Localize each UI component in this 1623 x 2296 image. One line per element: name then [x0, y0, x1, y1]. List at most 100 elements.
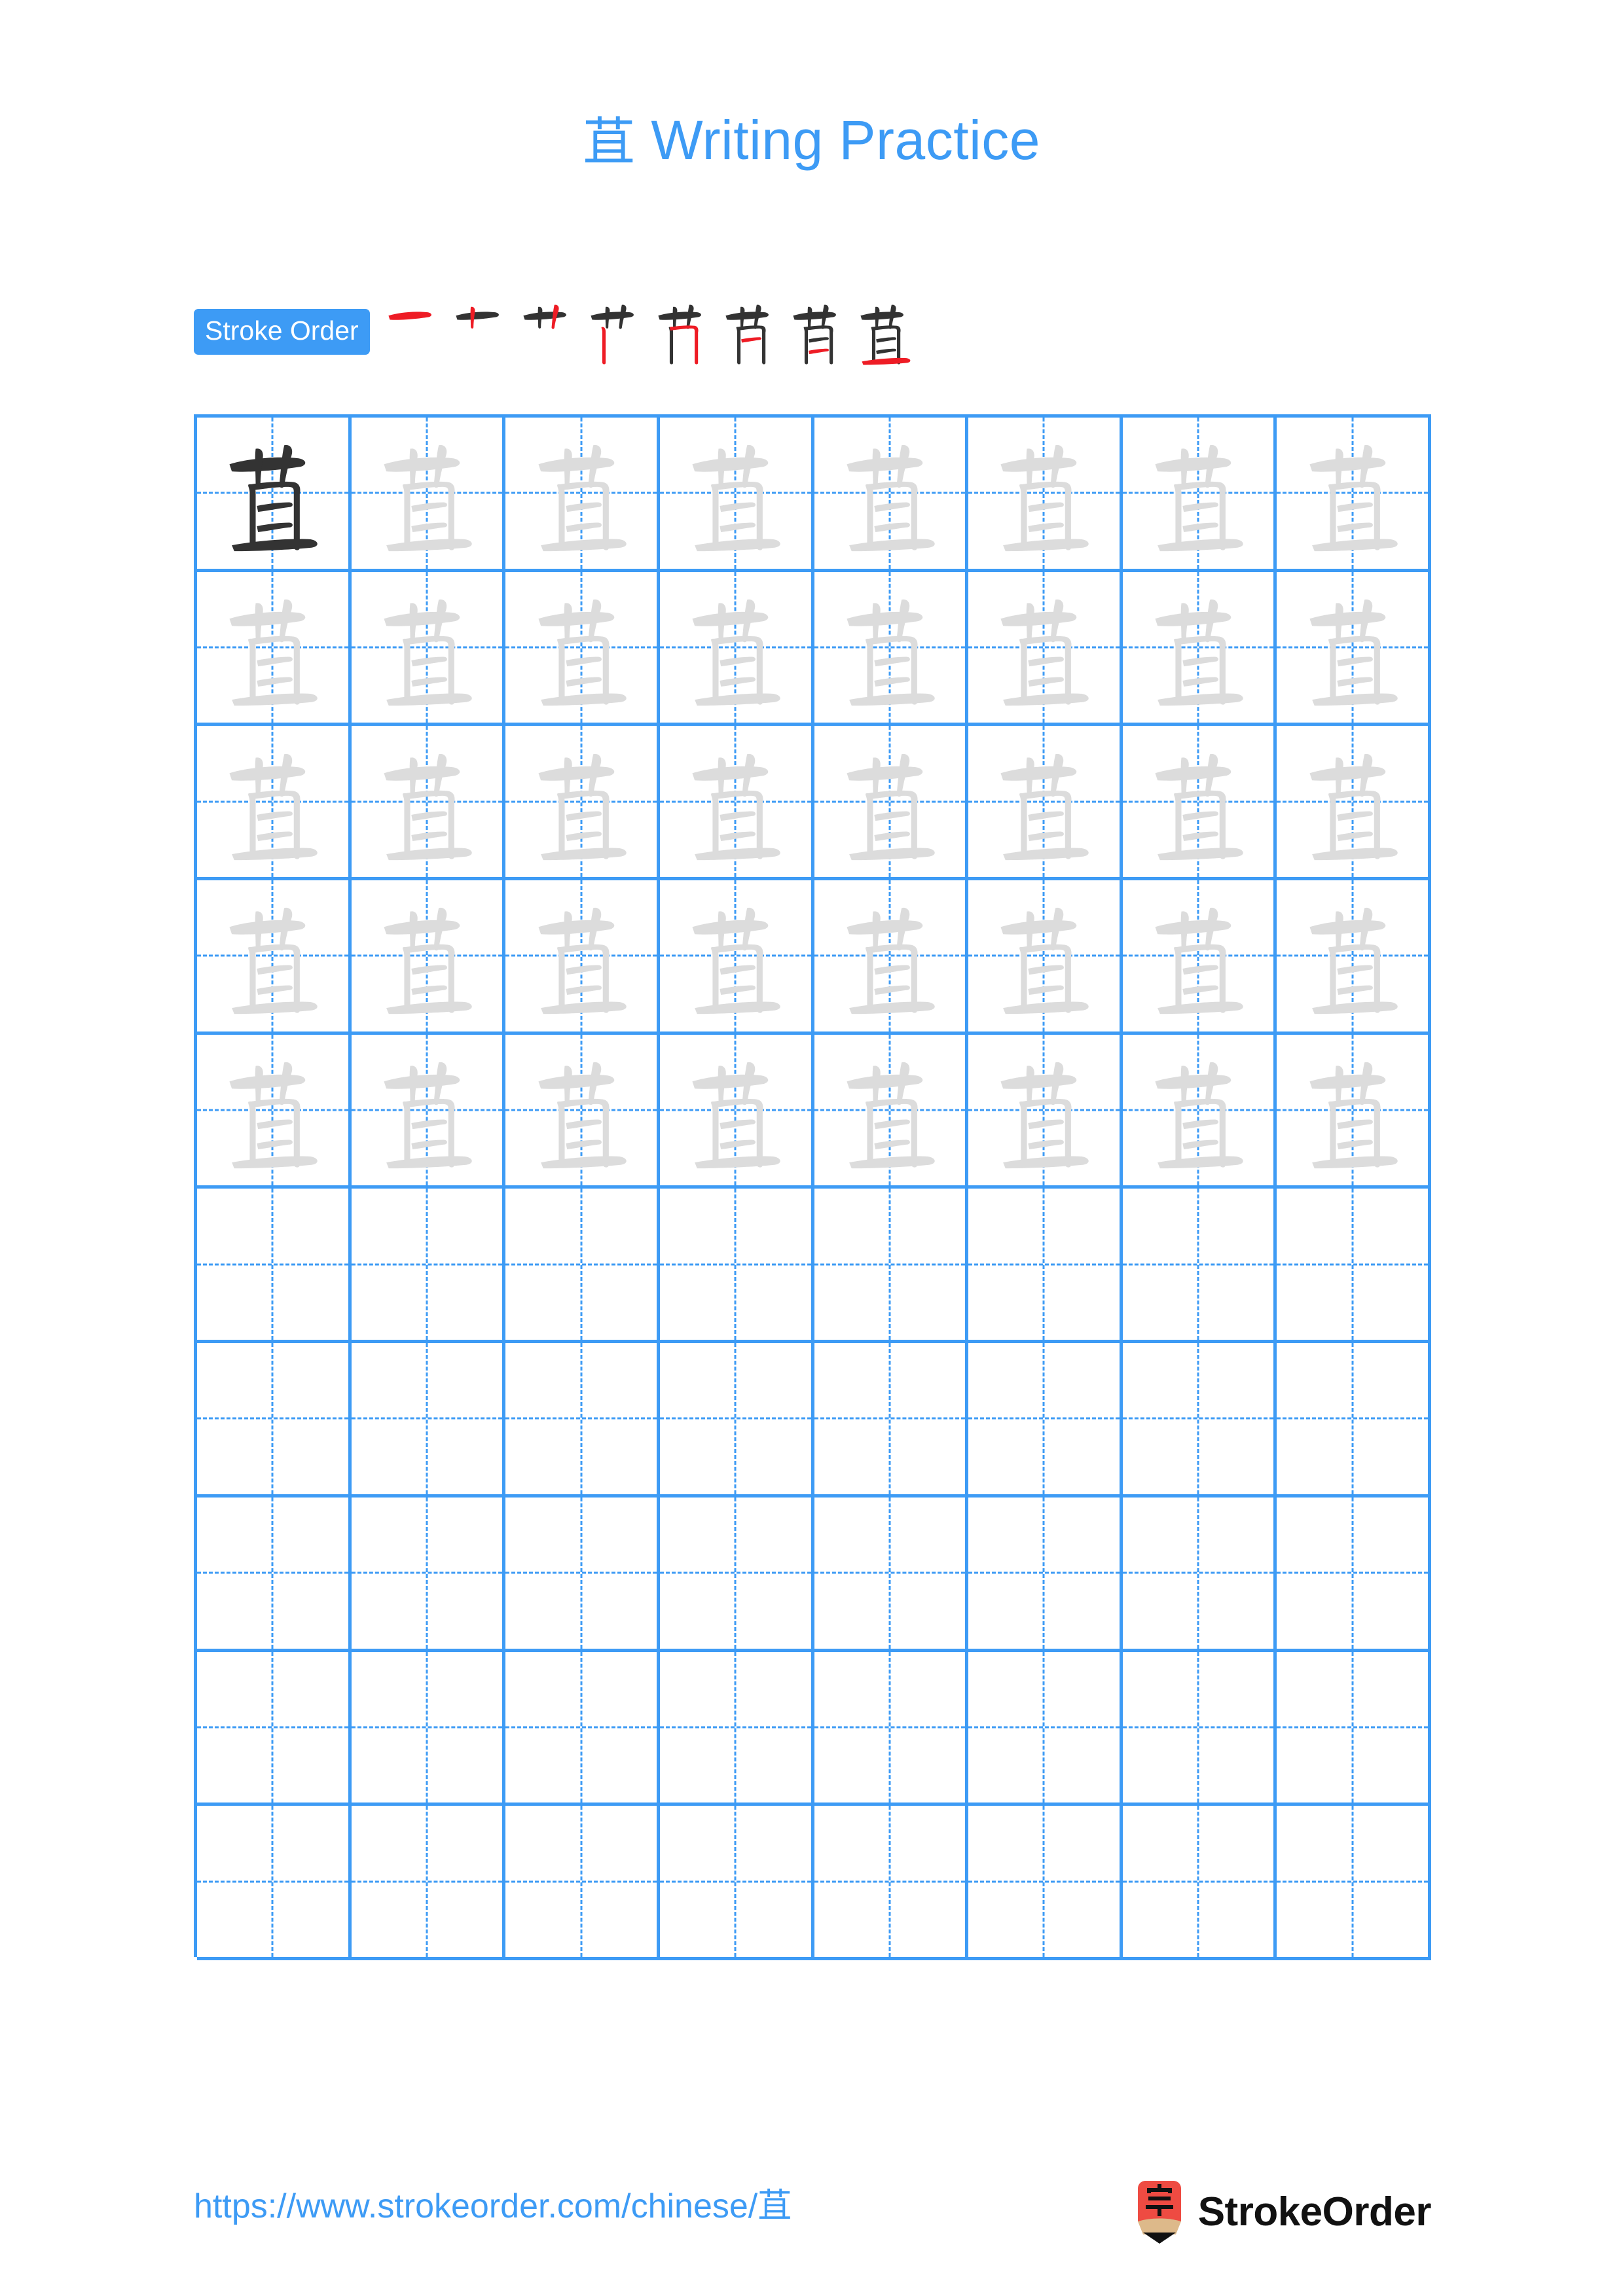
- practice-cell[interactable]: [659, 1806, 814, 1960]
- practice-cell[interactable]: [968, 418, 1123, 572]
- practice-cell[interactable]: [968, 1497, 1123, 1652]
- stroke-step-4: [581, 296, 649, 368]
- practice-cell[interactable]: [659, 1651, 814, 1806]
- practice-cell[interactable]: [1122, 1189, 1277, 1344]
- practice-cell[interactable]: [351, 1189, 506, 1344]
- trace-character: [505, 572, 657, 723]
- practice-cell[interactable]: [197, 1497, 352, 1652]
- practice-cell[interactable]: [505, 1497, 660, 1652]
- practice-cell[interactable]: [351, 571, 506, 726]
- practice-cell[interactable]: [505, 726, 660, 881]
- trace-character: [968, 880, 1120, 1031]
- practice-cell[interactable]: [659, 1343, 814, 1498]
- practice-cell[interactable]: [814, 418, 969, 572]
- practice-cell[interactable]: [351, 1806, 506, 1960]
- practice-cell[interactable]: [968, 726, 1123, 881]
- practice-cell[interactable]: [1277, 880, 1431, 1035]
- trace-character: [814, 726, 966, 877]
- practice-cell[interactable]: [968, 571, 1123, 726]
- practice-cell[interactable]: [197, 571, 352, 726]
- practice-cell[interactable]: [1277, 1806, 1431, 1960]
- practice-cell[interactable]: [1277, 1343, 1431, 1498]
- practice-cell[interactable]: [1277, 1651, 1431, 1806]
- practice-cell[interactable]: [197, 880, 352, 1035]
- cell-horizontal-guide: [505, 1263, 657, 1266]
- practice-cell[interactable]: [1122, 1497, 1277, 1652]
- practice-cell[interactable]: [1122, 726, 1277, 881]
- practice-cell[interactable]: [659, 1189, 814, 1344]
- practice-cell[interactable]: [351, 1497, 506, 1652]
- practice-cell[interactable]: [1122, 1651, 1277, 1806]
- practice-cell[interactable]: [1277, 1497, 1431, 1652]
- practice-cell[interactable]: [814, 1806, 969, 1960]
- practice-cell[interactable]: [1277, 726, 1431, 881]
- cell-horizontal-guide: [968, 1263, 1120, 1266]
- practice-cell[interactable]: [1122, 1806, 1277, 1960]
- practice-cell[interactable]: [351, 726, 506, 881]
- cell-horizontal-guide: [197, 1880, 348, 1883]
- practice-cell[interactable]: [505, 571, 660, 726]
- practice-cell[interactable]: [814, 1189, 969, 1344]
- practice-cell[interactable]: [505, 1189, 660, 1344]
- trace-character: [1123, 572, 1274, 723]
- cell-vertical-guide: [1351, 1343, 1354, 1494]
- pencil-logo-icon: [1137, 2181, 1181, 2244]
- practice-cell[interactable]: [351, 1651, 506, 1806]
- practice-row: [197, 726, 1431, 881]
- practice-cell[interactable]: [505, 1343, 660, 1498]
- practice-cell[interactable]: [197, 418, 352, 572]
- practice-cell[interactable]: [351, 880, 506, 1035]
- practice-cell[interactable]: [814, 1497, 969, 1652]
- practice-cell[interactable]: [1277, 571, 1431, 726]
- cell-horizontal-guide: [1122, 1417, 1274, 1420]
- practice-cell[interactable]: [505, 1806, 660, 1960]
- practice-cell[interactable]: [814, 1343, 969, 1498]
- practice-cell[interactable]: [197, 1806, 352, 1960]
- cell-horizontal-guide: [505, 1417, 657, 1420]
- practice-cell[interactable]: [1122, 418, 1277, 572]
- brand-lockup[interactable]: StrokeOrder: [1135, 2179, 1432, 2245]
- practice-cell[interactable]: [968, 880, 1123, 1035]
- practice-cell[interactable]: [659, 726, 814, 881]
- practice-cell[interactable]: [968, 1343, 1123, 1498]
- practice-cell[interactable]: [968, 1806, 1123, 1960]
- practice-cell[interactable]: [968, 1034, 1123, 1189]
- practice-cell[interactable]: [351, 418, 506, 572]
- practice-cell[interactable]: [968, 1651, 1123, 1806]
- practice-cell[interactable]: [197, 1343, 352, 1498]
- practice-cell[interactable]: [814, 1034, 969, 1189]
- practice-cell[interactable]: [197, 1651, 352, 1806]
- practice-cell[interactable]: [814, 726, 969, 881]
- practice-cell[interactable]: [1277, 1189, 1431, 1344]
- practice-cell[interactable]: [1122, 1343, 1277, 1498]
- page-header: 苴 Writing Practice: [0, 110, 1623, 171]
- cell-horizontal-guide: [1277, 1571, 1428, 1574]
- practice-cell[interactable]: [505, 880, 660, 1035]
- practice-cell[interactable]: [968, 1189, 1123, 1344]
- practice-cell[interactable]: [814, 880, 969, 1035]
- practice-cell[interactable]: [197, 1034, 352, 1189]
- cell-vertical-guide: [580, 1497, 583, 1649]
- source-url-link[interactable]: https://www.strokeorder.com/chinese/苴: [194, 2186, 792, 2227]
- practice-cell[interactable]: [659, 1034, 814, 1189]
- practice-cell[interactable]: [814, 1651, 969, 1806]
- practice-cell[interactable]: [1277, 418, 1431, 572]
- practice-cell[interactable]: [351, 1343, 506, 1498]
- practice-cell[interactable]: [197, 726, 352, 881]
- practice-cell[interactable]: [197, 1189, 352, 1344]
- practice-cell[interactable]: [505, 1034, 660, 1189]
- practice-cell[interactable]: [1122, 880, 1277, 1035]
- practice-cell[interactable]: [659, 880, 814, 1035]
- practice-cell[interactable]: [505, 418, 660, 572]
- practice-cell[interactable]: [351, 1034, 506, 1189]
- cell-horizontal-guide: [814, 1417, 966, 1420]
- practice-cell[interactable]: [659, 1497, 814, 1652]
- practice-cell[interactable]: [659, 571, 814, 726]
- practice-cell[interactable]: [814, 571, 969, 726]
- practice-cell[interactable]: [505, 1651, 660, 1806]
- practice-cell[interactable]: [1277, 1034, 1431, 1189]
- cell-vertical-guide: [1197, 1343, 1199, 1494]
- practice-cell[interactable]: [1122, 1034, 1277, 1189]
- practice-cell[interactable]: [659, 418, 814, 572]
- practice-cell[interactable]: [1122, 571, 1277, 726]
